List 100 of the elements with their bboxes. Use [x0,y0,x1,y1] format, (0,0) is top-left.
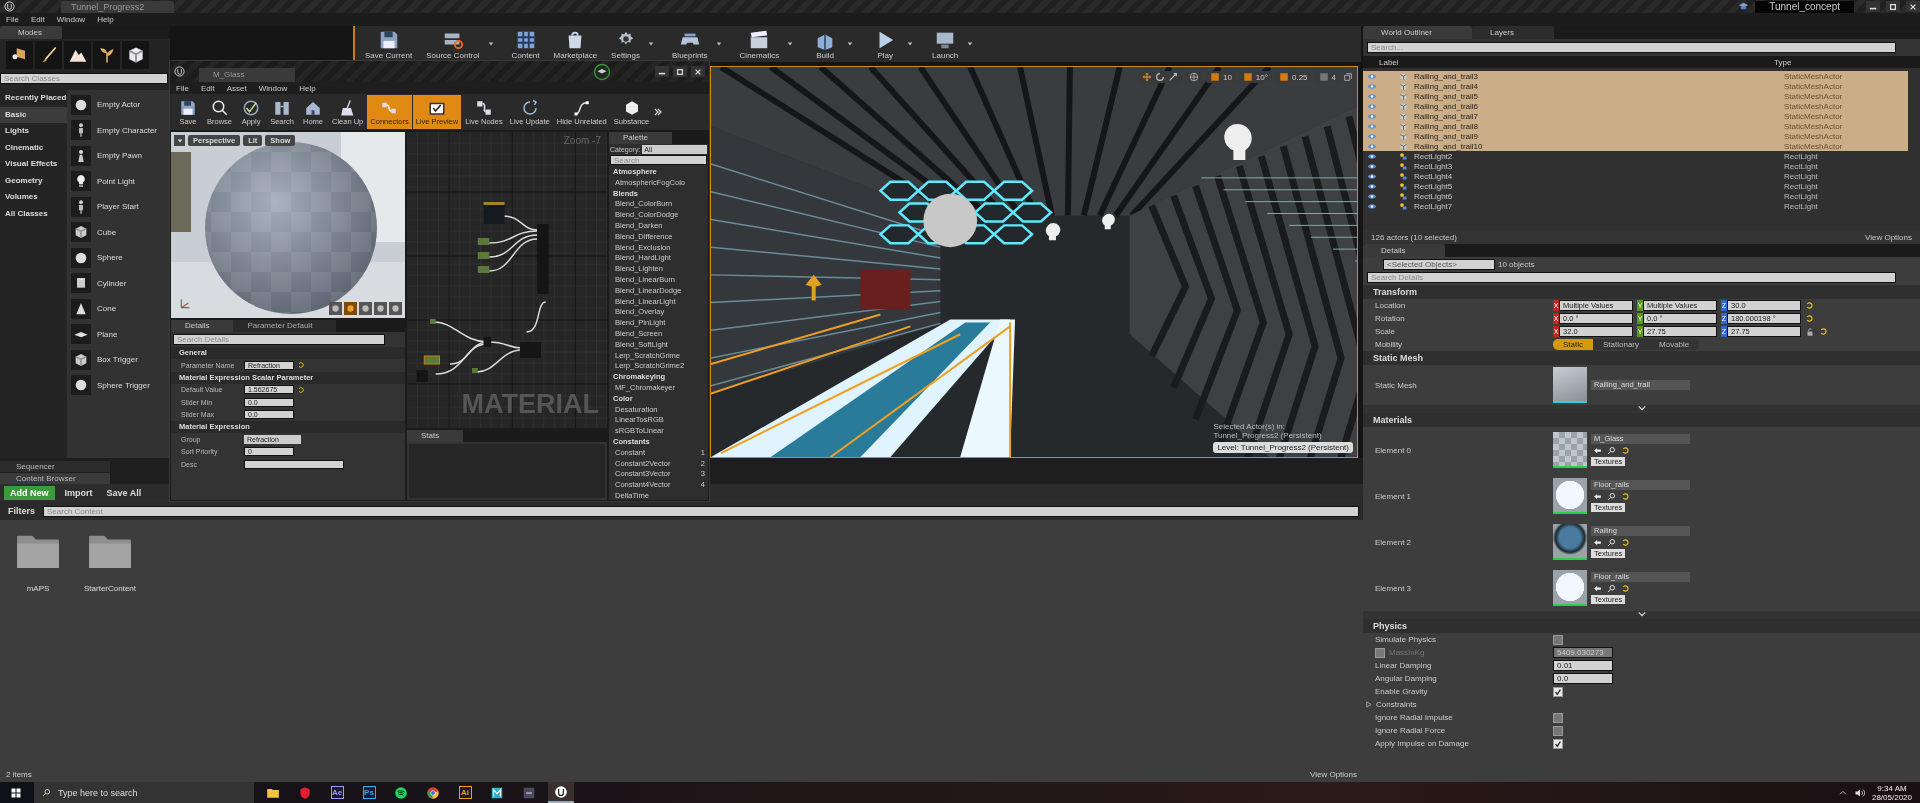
selected-railing[interactable] [711,325,912,395]
outliner-row[interactable]: Railing_and_trail9 StaticMeshActor [1363,131,1908,141]
actor-thumbnail[interactable] [71,171,91,192]
search-field[interactable]: Search Details [173,334,385,345]
filters-button[interactable]: Filters [4,506,39,516]
outliner-row[interactable]: Railing_and_trail10 StaticMeshActor [1363,141,1908,151]
actor-type-label[interactable]: Point Light [97,176,135,186]
checkbox[interactable] [1553,712,1563,723]
menu-item[interactable]: Window [56,15,86,24]
double-chevron-icon[interactable] [653,107,664,117]
search-field[interactable]: Search Content [43,505,1359,517]
actor-type-label[interactable]: Cube [97,227,117,237]
panel-tab[interactable]: Sequencer [0,461,110,472]
menu-item[interactable]: Asset [226,83,247,93]
mode-button[interactable] [35,41,62,69]
actor-thumbnail[interactable] [71,375,91,396]
graph-node[interactable] [519,342,541,358]
material-thumbnail[interactable] [1553,570,1587,606]
toolbar-button[interactable]: Content [505,28,546,60]
eye-icon[interactable] [1367,172,1377,180]
level-tab[interactable]: Tunnel_Progress2 [61,0,175,13]
actor-thumbnail[interactable] [71,247,91,268]
eye-icon[interactable] [1367,152,1377,160]
actor-thumbnail[interactable] [71,145,91,166]
preview-shape-button[interactable] [329,302,342,315]
actor-thumbnail[interactable] [71,222,91,243]
selected-railing[interactable] [1009,321,1012,457]
search-field[interactable]: Search Details [1367,272,1896,283]
left-arrow-icon[interactable] [1593,492,1602,501]
section-header[interactable]: Transform [1363,285,1920,299]
taskbar-app[interactable]: Ae [324,782,350,803]
outliner-row[interactable]: Railing_and_trail3 StaticMeshActor [1363,71,1908,81]
caret-icon[interactable] [487,41,494,47]
search-icon[interactable] [1607,584,1616,593]
close-button[interactable] [1906,1,1920,12]
actor-thumbnail[interactable] [71,196,91,217]
stats-tab[interactable]: Stats [407,430,464,442]
actor-type-label[interactable]: Cylinder [97,278,127,288]
eye-icon[interactable] [1367,182,1377,190]
search-field[interactable]: Search Classes [0,73,168,84]
view-options-button[interactable]: View Options [1310,770,1357,779]
section-header[interactable]: Static Mesh [1363,351,1920,365]
preview-shape-button[interactable] [374,302,387,315]
actor-thumbnail[interactable] [71,349,91,370]
toolbar-button[interactable]: Launch [925,28,966,60]
selected-railing[interactable] [711,313,882,365]
panel-tab[interactable]: Parameter Default [233,320,337,332]
asset-tab[interactable]: M_Glass [199,68,295,82]
left-arrow-icon[interactable] [1593,584,1602,593]
actor-type-label[interactable]: Empty Pawn [97,151,142,161]
menu-item[interactable]: Help [97,15,114,24]
transform-tools[interactable] [1137,71,1182,83]
outliner-row[interactable]: RectLight4 RectLight [1363,171,1908,181]
taskbar-search-field[interactable]: Type here to search [34,782,254,803]
actor-thumbnail[interactable] [71,298,91,319]
number-field[interactable]: 0.0 [1553,673,1613,684]
details-tab[interactable]: Details [1363,244,1446,257]
folder-label[interactable]: StarterContent [84,584,136,593]
mobility-option[interactable]: Static [1553,339,1593,350]
checkbox[interactable] [1553,725,1563,736]
material-thumbnail[interactable] [1553,524,1587,560]
outliner-row[interactable]: RectLight7 RectLight [1363,201,1908,211]
outliner-row[interactable]: Railing_and_trail7 StaticMeshActor [1363,111,1908,121]
clock-date[interactable]: 28/05/2020 [1871,792,1912,802]
outliner-row[interactable]: Railing_and_trail6 StaticMeshActor [1363,101,1908,111]
folder-label[interactable]: mAPS [26,584,50,593]
graph-node[interactable] [477,238,490,245]
column-header[interactable]: Label [1379,57,1774,67]
mode-button[interactable] [64,41,91,69]
mobility-option[interactable]: Movable [1649,339,1700,350]
menu-item[interactable]: Edit [200,83,215,93]
section-header[interactable]: Materials [1363,413,1920,427]
actor-type-label[interactable]: Cone [97,304,117,314]
chevron-icon[interactable] [1637,611,1646,617]
caret-icon[interactable] [967,41,974,47]
menu-item[interactable]: Edit [30,15,45,24]
preview-shape-button[interactable] [389,302,402,315]
caret-icon[interactable] [787,41,794,47]
padlock-icon[interactable] [1805,326,1815,337]
selected-railing[interactable] [719,333,962,455]
caret-icon[interactable] [907,41,914,47]
outliner-row[interactable]: RectLight2 RectLight [1363,151,1908,161]
graph-node[interactable] [472,368,478,373]
maximize-viewport-icon[interactable] [1343,72,1353,82]
caret-icon[interactable] [648,41,654,47]
toolbar-button[interactable]: Blueprints [666,28,714,60]
checkbox[interactable] [1553,634,1563,645]
toolbar-button[interactable]: Save Current [359,28,419,60]
save-all-button[interactable]: Save All [102,488,146,498]
eye-icon[interactable] [1367,202,1377,210]
mesh-thumbnail[interactable] [1553,367,1587,403]
search-field[interactable]: Search [610,155,707,165]
panel-tab[interactable]: Details [171,320,234,332]
actor-thumbnail[interactable] [71,273,91,294]
graph-node[interactable] [477,266,490,273]
outliner-row[interactable]: RectLight3 RectLight [1363,161,1908,171]
graph-node[interactable] [423,355,441,365]
chevron-icon[interactable] [1637,405,1646,411]
clock-time[interactable]: 9:34 AM [1877,783,1907,793]
mode-button[interactable] [122,41,149,69]
